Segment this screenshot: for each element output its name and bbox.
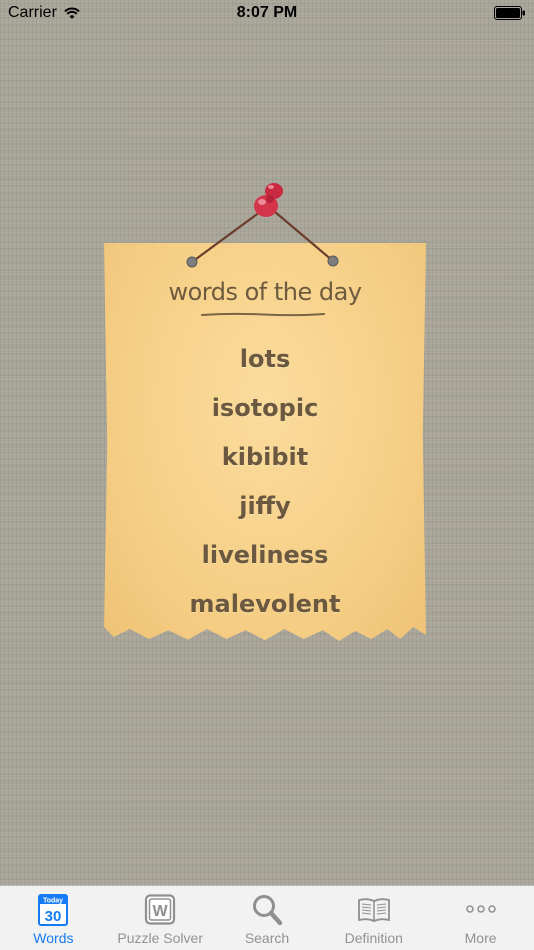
word-item[interactable]: isotopic [100,384,430,433]
note-heading: words of the day [168,278,362,306]
tab-bar: Today 30 Words W Puzzle Solver Search De… [0,885,534,950]
status-bar: Carrier 8:07 PM [0,0,534,28]
tab-label-puzzle-solver: Puzzle Solver [117,930,203,946]
book-icon [357,898,390,922]
word-list: lots isotopic kibibit jiffy liveliness m… [100,335,430,629]
calendar-day-text: 30 [45,908,62,925]
tab-definition[interactable]: Definition [320,886,427,950]
tab-label-search: Search [244,930,290,946]
search-icon [252,895,283,926]
tab-search[interactable]: Search [214,886,321,950]
tab-label-more: More [464,930,497,946]
pushpin-icon [254,183,283,217]
word-item[interactable]: malevolent [100,580,430,629]
status-time: 8:07 PM [236,4,298,21]
word-of-the-day-note: words of the day lots isotopic kibibit j… [100,175,430,650]
tab-words[interactable]: Today 30 Words [0,886,107,950]
battery-icon [494,6,525,20]
puzzle-letter: W [153,903,169,920]
right-hole [327,255,339,267]
word-item[interactable]: lots [100,335,430,384]
tab-label-definition: Definition [344,930,403,946]
tab-label-words: Words [33,930,74,946]
calendar-icon: Today 30 [38,894,69,926]
left-hole [186,256,198,268]
heading-underline [201,312,325,317]
tab-puzzle-solver[interactable]: W Puzzle Solver [107,886,214,950]
more-dots-icon [465,905,496,913]
pin-and-string [186,183,339,268]
calendar-top-text: Today [43,898,63,905]
word-item[interactable]: jiffy [100,482,430,531]
tab-more[interactable]: More [427,886,534,950]
word-item[interactable]: kibibit [100,433,430,482]
puzzle-w-icon: W [145,894,176,925]
word-item[interactable]: liveliness [100,531,430,580]
